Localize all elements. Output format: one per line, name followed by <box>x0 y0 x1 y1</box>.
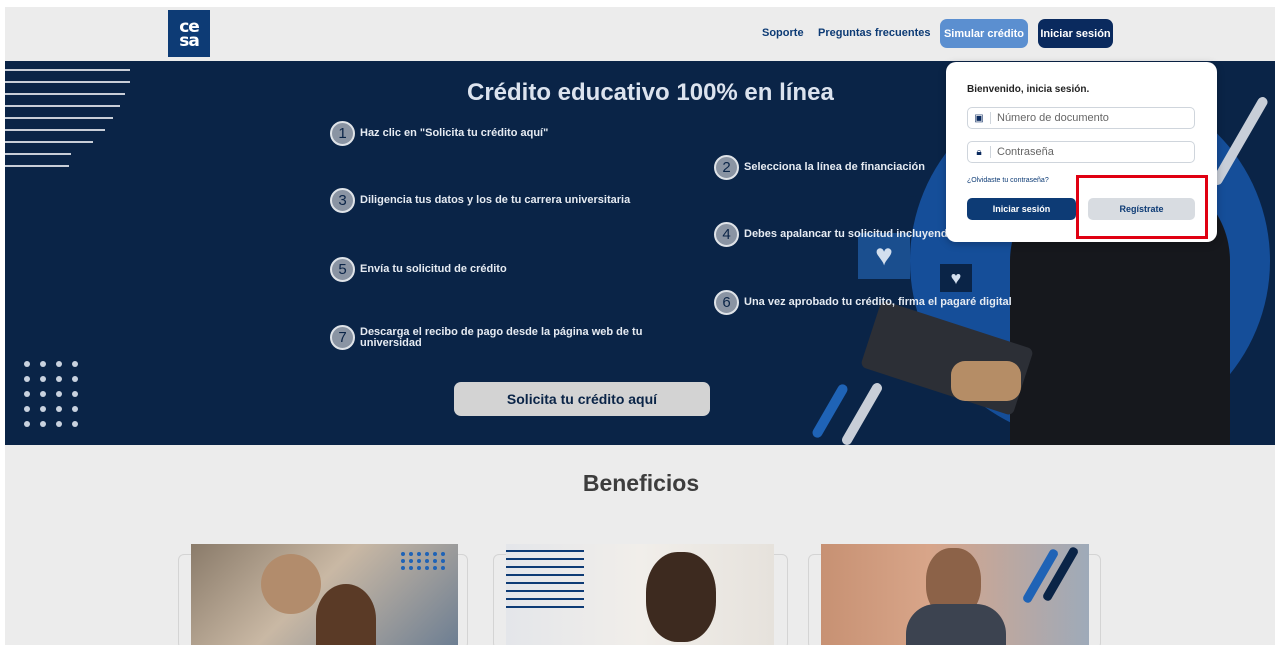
login-title: Bienvenido, inicia sesión. <box>967 84 1090 95</box>
step-number: 5 <box>330 257 355 282</box>
register-highlight-box <box>1076 175 1208 239</box>
step-text: Una vez aprobado tu crédito, firma el pa… <box>744 296 1012 308</box>
step-number: 4 <box>714 222 739 247</box>
login-submit-button[interactable]: Iniciar sesión <box>967 198 1076 220</box>
cesa-logo[interactable]: ce sa <box>168 10 210 57</box>
id-card-icon: ▣ <box>974 112 984 124</box>
step-text: Diligencia tus datos y los de tu carrera… <box>360 194 631 206</box>
step-7: 7 Descarga el recibo de pago desde la pá… <box>330 325 660 350</box>
step-2: 2 Selecciona la línea de financiación <box>714 155 925 180</box>
step-number: 2 <box>714 155 739 180</box>
step-text: Haz clic en "Solicita tu crédito aquí" <box>360 127 549 139</box>
step-number: 6 <box>714 290 739 315</box>
decorative-dot <box>902 177 922 197</box>
forgot-password-link[interactable]: ¿Olvidaste tu contraseña? <box>967 177 1049 184</box>
person-photo <box>646 552 716 642</box>
hand-photo <box>951 361 1021 401</box>
benefit-photo-2 <box>506 544 774 645</box>
benefits-title: Beneficios <box>582 470 700 496</box>
step-4: 4 Debes apalancar tu solicitud incluyend… <box>714 222 954 247</box>
top-header: ce sa Soporte Preguntas frecuentes Simul… <box>5 7 1275 61</box>
password-placeholder: Contraseña <box>997 146 1054 158</box>
simulate-credit-button[interactable]: Simular crédito <box>940 19 1028 48</box>
logo-text-bottom: sa <box>179 30 200 51</box>
step-number: 7 <box>330 325 355 350</box>
decorative-dot-grid <box>401 552 446 570</box>
step-text: Envía tu solicitud de crédito <box>360 263 507 275</box>
browser-viewport: ce sa Soporte Preguntas frecuentes Simul… <box>5 7 1275 645</box>
step-text: Descarga el recibo de pago desde la pági… <box>360 325 643 349</box>
password-field[interactable]: 🔒︎ Contraseña <box>967 141 1195 163</box>
heart-icon: ♥ <box>940 264 972 292</box>
person-photo <box>261 554 321 614</box>
decorative-stripes <box>506 550 584 614</box>
step-number: 3 <box>330 188 355 213</box>
person-photo <box>316 584 376 645</box>
decorative-stripes <box>5 69 130 177</box>
step-5: 5 Envía tu solicitud de crédito <box>330 257 507 282</box>
decorative-dot-grid <box>24 361 79 427</box>
step-1: 1 Haz clic en "Solicita tu crédito aquí" <box>330 121 548 146</box>
step-6: 6 Una vez aprobado tu crédito, firma el … <box>714 290 1012 315</box>
step-text: Debes apalancar tu solicitud incluyendo <box>744 228 955 240</box>
nav-link-soporte[interactable]: Soporte <box>762 27 804 39</box>
apply-credit-button[interactable]: Solicita tu crédito aquí <box>454 382 710 416</box>
benefit-photo-1 <box>191 544 458 645</box>
benefit-photo-3 <box>821 544 1089 645</box>
step-text: Selecciona la línea de financiación <box>744 161 925 173</box>
header-login-button[interactable]: Iniciar sesión <box>1038 19 1113 48</box>
step-number: 1 <box>330 121 355 146</box>
lock-icon: 🔒︎ <box>976 146 982 158</box>
nav-link-faq[interactable]: Preguntas frecuentes <box>818 27 930 39</box>
document-field[interactable]: ▣ Número de documento <box>967 107 1195 129</box>
hero-title: Crédito educativo 100% en línea <box>467 79 834 106</box>
step-3: 3 Diligencia tus datos y los de tu carre… <box>330 188 630 213</box>
person-photo <box>906 604 1006 645</box>
document-placeholder: Número de documento <box>997 112 1109 124</box>
decorative-slash <box>810 382 850 440</box>
